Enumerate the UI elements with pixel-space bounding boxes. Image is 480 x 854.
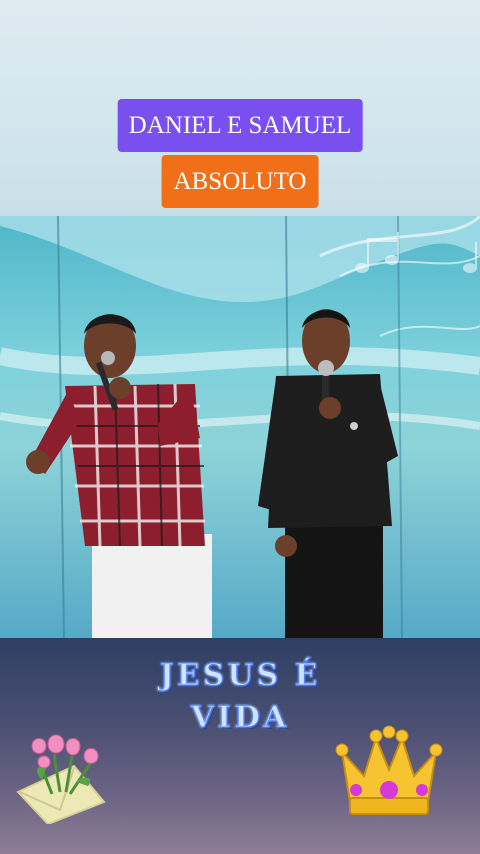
crown-icon <box>335 725 443 815</box>
singers-photo <box>0 216 480 638</box>
tulips-envelope-icon <box>16 734 106 824</box>
title-label: DANIEL E SAMUEL <box>117 99 363 152</box>
slogan-line-1: JESUS É <box>159 658 321 694</box>
subtitle-label: ABSOLUTO <box>161 155 319 208</box>
video-frame[interactable] <box>0 216 480 638</box>
